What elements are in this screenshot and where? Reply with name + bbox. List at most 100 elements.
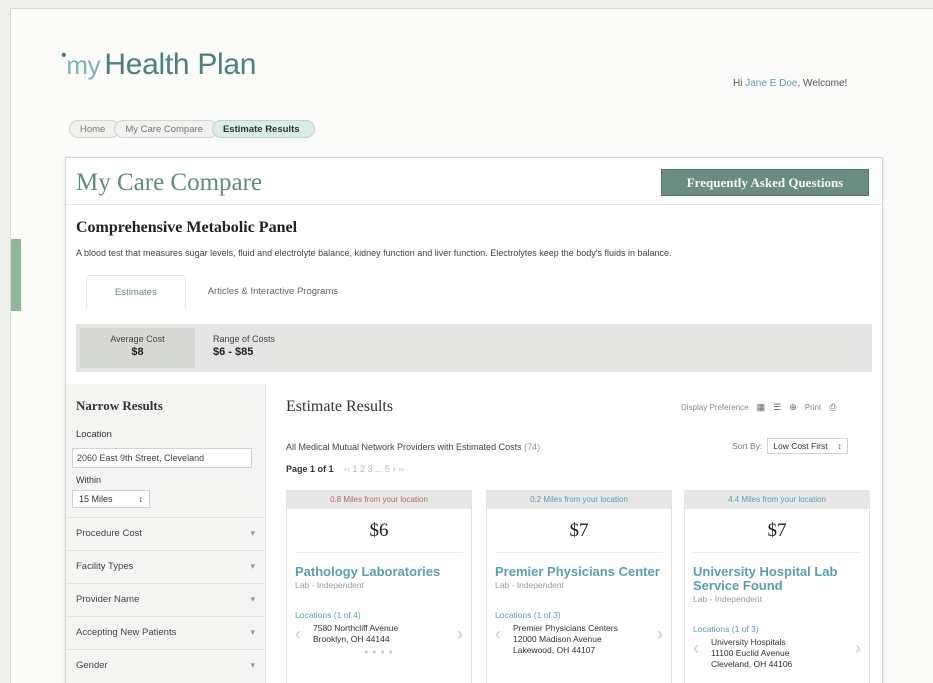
page: •my Health Plan Hi Jane E Doe, Welcome! H… [10,8,933,683]
provider-name-link[interactable]: University Hospital Lab Service Found [693,565,861,593]
provider-card[interactable]: 0.2 Miles from your location $7 Premier … [486,490,672,683]
select-arrow-icon: ↕ [837,441,842,451]
distance-label: 4.4 Miles from your location [685,491,869,509]
pagination: Page 1 of 1 ‹‹ 1 2 3 ... 5 › ›› [286,464,404,474]
next-location-icon[interactable]: › [457,623,463,645]
filter-label: Accepting New Patients [76,627,177,638]
card-divider [495,552,663,553]
chevron-down-icon: ▾ [250,660,255,670]
provider-card[interactable]: 4.4 Miles from your location $7 Universi… [684,490,870,683]
faq-button[interactable]: Frequently Asked Questions [661,169,869,196]
estimated-price: $7 [767,520,787,541]
next-location-icon[interactable]: › [657,623,663,645]
filter-provider-name[interactable]: Provider Name ▾ [66,583,265,616]
breadcrumb: Home My Care Compare Estimate Results [69,120,315,138]
prev-location-icon[interactable]: ‹ [295,623,301,645]
chevron-down-icon: ▾ [250,594,255,604]
print-icon[interactable]: ⎙ [829,402,836,413]
locations-label: Locations (1 of 3) [495,610,561,620]
breadcrumb-my-care-compare[interactable]: My Care Compare [114,120,218,138]
sort-control: Sort By: Low Cost First ↕ [732,438,848,454]
provider-address: ‹ 7580 Northcliff Avenue Brooklyn, OH 44… [287,623,471,645]
location-label: Location [76,429,112,440]
within-value: 15 Miles [79,494,113,504]
prev-location-icon[interactable]: ‹ [495,623,501,645]
sort-value: Low Cost First [773,441,828,451]
filter-accepting-new-patients[interactable]: Accepting New Patients ▾ [66,616,265,649]
list-view-icon[interactable]: ☰ [773,402,781,413]
page-numbers[interactable]: ‹‹ 1 2 3 ... 5 › ›› [344,464,404,474]
narrow-results-sidebar: Narrow Results Location 2060 East 9th St… [66,384,266,683]
card-divider [693,552,861,553]
filter-gender[interactable]: Gender ▾ [66,649,265,682]
provider-type: Lab - Independent [693,594,763,604]
address-line: Lakewood, OH 44107 [513,645,596,655]
page-title: My Care Compare [76,169,263,196]
grid-view-icon[interactable]: ▦ [757,402,766,413]
sort-label: Sort By: [732,441,763,451]
chevron-down-icon: ▾ [250,528,255,538]
provider-address: ‹ University Hospitals 11100 Euclid Aven… [685,637,869,670]
filter-label: Procedure Cost [76,528,143,539]
results-subtitle-text: All Medical Mutual Network Providers wit… [286,442,522,452]
address-line: Cleveland, OH 44106 [711,659,793,669]
sort-select[interactable]: Low Cost First ↕ [767,438,848,454]
filter-label: Provider Name [76,594,140,605]
next-location-icon[interactable]: › [855,637,861,659]
user-name-link[interactable]: Jane E Doe [745,78,797,89]
map-view-icon[interactable]: ⊕ [789,402,797,413]
results-count: (74) [524,442,541,452]
provider-type: Lab - Independent [295,580,365,590]
results-subtitle: All Medical Mutual Network Providers wit… [286,442,540,452]
print-link[interactable]: Print [805,403,821,412]
results-title: Estimate Results [286,398,394,415]
filter-label: Gender [76,660,108,671]
cost-range-box: Range of Costs $6 - $85 [203,328,363,368]
narrow-results-title: Narrow Results [76,398,163,413]
welcome-suffix: , Welcome! [797,78,848,89]
within-label: Within [76,475,102,485]
address-line: 7580 Northcliff Avenue [313,623,399,633]
provider-name-link[interactable]: Pathology Laboratories [295,565,463,579]
address-line: 11100 Euclid Avenue [711,648,790,658]
cost-summary: Average Cost $8 Range of Costs $6 - $85 [76,324,872,372]
provider-name-link[interactable]: Premier Physicians Center [495,565,663,579]
average-cost-value: $8 [131,346,144,358]
filter-facility-types[interactable]: Facility Types ▾ [66,550,265,583]
tab-articles[interactable]: Articles & Interactive Programs [186,275,360,309]
cost-range-label: Range of Costs [213,334,276,344]
logo-text: Health Plan [104,48,257,81]
within-select[interactable]: 15 Miles ↕ [72,490,150,508]
location-input[interactable]: 2060 East 9th Street, Cleveland [72,448,252,468]
logo-my: my [66,50,101,80]
breadcrumb-estimate-results: Estimate Results [211,120,315,138]
provider-address: ‹ Premier Physicians Centers 12000 Madis… [487,623,671,656]
estimated-price: $7 [569,520,589,541]
display-preference: Display Preference ▦ ☰ ⊕ Print ⎙ [681,402,836,413]
display-preference-label: Display Preference [681,403,749,412]
prev-location-icon[interactable]: ‹ [693,637,699,659]
distance-label: 0.2 Miles from your location [487,491,671,509]
tab-estimates[interactable]: Estimates [86,275,186,309]
breadcrumb-home[interactable]: Home [69,120,121,138]
side-accent [11,239,21,311]
address-line: University Hospitals [711,637,786,647]
page-label: Page 1 of 1 [286,464,334,474]
provider-type: Lab - Independent [495,580,565,590]
title-divider [66,204,882,205]
chevron-down-icon: ▾ [250,561,255,571]
filter-procedure-cost[interactable]: Procedure Cost ▾ [66,517,265,550]
logo[interactable]: •my Health Plan [61,47,256,82]
tab-bar: Estimates Articles & Interactive Program… [86,275,360,309]
address-line: Brooklyn, OH 44144 [313,634,390,644]
estimated-price: $6 [369,520,389,541]
address-line: Premier Physicians Centers [513,623,618,633]
procedure-title: Comprehensive Metabolic Panel [76,219,298,236]
average-cost-box: Average Cost $8 [80,328,195,368]
filter-label: Facility Types [76,561,134,572]
card-divider [295,552,463,553]
distance-label: 0.8 Miles from your location [287,491,471,509]
procedure-description: A blood test that measures sugar levels,… [76,248,672,258]
location-dots[interactable]: ● ● ● ● [287,649,471,656]
provider-card[interactable]: 0.8 Miles from your location $6 Patholog… [286,490,472,683]
